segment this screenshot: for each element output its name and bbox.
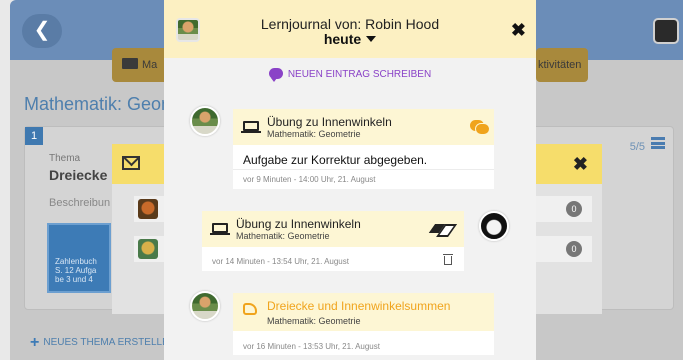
- divider: [233, 169, 494, 170]
- entry-title: Dreiecke und Innenwinkelsummen: [267, 299, 451, 313]
- date-filter-dropdown[interactable]: heute: [164, 31, 536, 47]
- topic-description: Beschreibun: [49, 197, 111, 209]
- materials-button[interactable]: Ma: [112, 48, 172, 82]
- chevron-down-icon: [366, 36, 377, 42]
- entry-header: Übung zu Innenwinkeln Mathematik: Geomet…: [233, 109, 494, 145]
- laptop-icon: [241, 121, 261, 133]
- date-filter-label: heute: [323, 31, 362, 47]
- materials-button-label: Ma: [142, 59, 158, 71]
- topic-label: Thema: [49, 153, 81, 164]
- entry-timestamp: vor 16 Minuten - 13:53 Uhr, 21. August: [243, 342, 380, 351]
- new-topic-button[interactable]: + NEUES THEMA ERSTELLE: [30, 334, 169, 352]
- entry-title: Übung zu Innenwinkeln: [267, 115, 392, 129]
- hand-point-icon: [243, 303, 257, 315]
- activities-button[interactable]: ktivitäten: [536, 48, 588, 82]
- avatar: [190, 106, 220, 136]
- topic-number: 1: [25, 127, 43, 145]
- entry-subject: Mathematik: Geometrie: [267, 316, 361, 326]
- trash-icon[interactable]: [443, 254, 453, 265]
- topic-count: 5/5: [629, 141, 645, 153]
- count-badge: 0: [566, 201, 582, 217]
- topic-title: Dreiecke u: [49, 167, 120, 183]
- journal-entry: Übung zu Innenwinkeln Mathematik: Geomet…: [233, 109, 494, 189]
- book-line: Zahlenbuch: [55, 257, 97, 266]
- activities-button-label: ktivitäten: [538, 59, 582, 71]
- back-arrow-icon: ❮: [33, 19, 51, 41]
- book-line: S. 12 Aufga: [55, 266, 97, 275]
- chat-bubble-icon[interactable]: [470, 120, 490, 135]
- book-task-tile[interactable]: Zahlenbuch S. 12 Aufga be 3 und 4: [47, 223, 111, 293]
- new-topic-label: NEUES THEMA ERSTELLE: [43, 337, 169, 348]
- plus-icon: +: [30, 334, 40, 351]
- laptop-icon: [210, 223, 230, 235]
- entry-subject: Mathematik: Geometrie: [267, 129, 361, 139]
- back-button[interactable]: ❮: [22, 14, 62, 48]
- new-entry-label: NEUEN EINTRAG SCHREIBEN: [287, 69, 432, 80]
- folder-icon: [122, 58, 138, 69]
- entry-text: Aufgabe zur Korrektur abgegeben.: [243, 153, 428, 167]
- journal-title: Lernjournal von: Robin Hood: [260, 16, 440, 32]
- journal-modal: Lernjournal von: Robin Hood heute ✖ NEUE…: [164, 0, 536, 360]
- entry-subject: Mathematik: Geometrie: [236, 231, 330, 241]
- avatar: [479, 211, 509, 241]
- envelope-icon: [122, 156, 140, 170]
- eraser-icon[interactable]: [428, 224, 454, 233]
- entry-timestamp: vor 14 Minuten - 13:54 Uhr, 21. August: [212, 257, 349, 266]
- journal-entry: Dreiecke und Innenwinkelsummen Mathemati…: [233, 293, 494, 355]
- page-title: Mathematik: Geom: [24, 94, 177, 114]
- entry-title: Übung zu Innenwinkeln: [236, 217, 361, 231]
- journal-entry: Übung zu Innenwinkeln Mathematik: Geomet…: [202, 211, 464, 271]
- avatar: [138, 239, 158, 259]
- book-line: be 3 und 4: [55, 275, 93, 284]
- chat-bubble-icon: [268, 68, 283, 82]
- entry-header: Dreiecke und Innenwinkelsummen Mathemati…: [233, 293, 494, 331]
- avatar: [138, 199, 158, 219]
- close-icon[interactable]: ✖: [511, 20, 526, 41]
- entry-timestamp: vor 9 Minuten - 14:00 Uhr, 21. August: [243, 175, 376, 184]
- count-badge: 0: [566, 241, 582, 257]
- menu-icon[interactable]: [651, 137, 665, 149]
- avatar: [190, 291, 220, 321]
- entry-header: Übung zu Innenwinkeln Mathematik: Geomet…: [202, 211, 464, 247]
- close-icon[interactable]: ✖: [573, 154, 588, 175]
- user-avatar-icon[interactable]: [653, 18, 679, 44]
- new-entry-button[interactable]: NEUEN EINTRAG SCHREIBEN: [164, 68, 536, 82]
- journal-header: Lernjournal von: Robin Hood heute ✖: [164, 0, 536, 58]
